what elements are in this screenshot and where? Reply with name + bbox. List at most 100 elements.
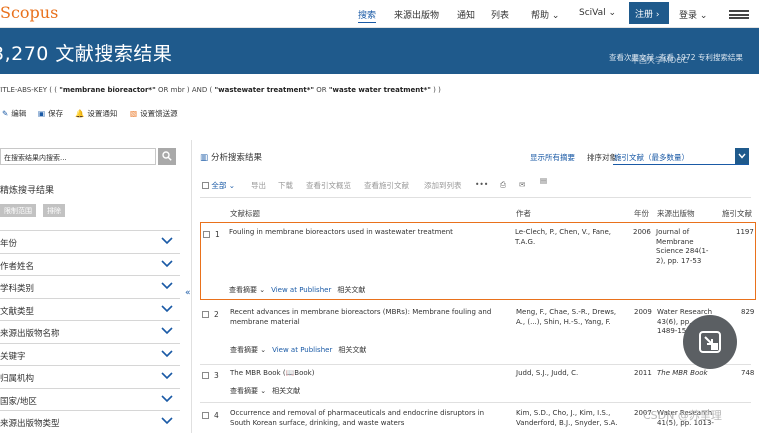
nav-sources[interactable]: 来源出版物: [394, 8, 439, 21]
doc-cited-by[interactable]: 1197: [736, 228, 754, 238]
pencil-icon: ✎: [2, 109, 9, 118]
doc-source[interactable]: Journal of Membrane Science 284(1-2), pp…: [656, 228, 712, 266]
add-to-list-button[interactable]: 添加到列表: [424, 180, 462, 191]
facet-doc-type[interactable]: 文献类型: [0, 298, 180, 320]
register-button[interactable]: 注册 ›: [629, 2, 669, 24]
doc-title-link[interactable]: The MBR Book (📖Book): [230, 369, 510, 379]
feed-label: 设置馈送源: [140, 109, 178, 118]
view-cited-by-button[interactable]: 查看施引文献: [364, 180, 409, 191]
facet-subject[interactable]: 学科类别: [0, 275, 180, 297]
col-header-source[interactable]: 来源出版物: [657, 208, 695, 219]
scopus-logo[interactable]: Scopus: [0, 3, 58, 22]
doc-title-link[interactable]: Recent advances in membrane bioreactors …: [230, 308, 515, 327]
limit-to-button[interactable]: 限制范围: [0, 204, 36, 217]
facet-author[interactable]: 作者姓名: [0, 253, 180, 275]
menu-icon[interactable]: [729, 10, 749, 19]
nav-scival[interactable]: SciVal ⌄: [579, 8, 616, 18]
facet-label: 学科类别: [0, 284, 35, 294]
view-abstract-label: 查看摘要: [229, 286, 257, 294]
search-within-button[interactable]: [158, 148, 176, 165]
set-feed-button[interactable]: ▧ 设置馈送源: [130, 108, 178, 119]
doc-cited-by[interactable]: 748: [741, 369, 754, 379]
export-button[interactable]: 导出: [251, 180, 266, 191]
edit-button[interactable]: ✎ 编辑: [2, 108, 26, 119]
search-query: TITLE-ABS-KEY ( ( "membrane bioreactor*"…: [0, 86, 441, 94]
facet-affiliation[interactable]: 归属机构: [0, 365, 180, 387]
more-button[interactable]: •••: [475, 180, 488, 189]
col-header-year[interactable]: 年份: [634, 208, 649, 219]
analyze-results-link[interactable]: ▥ 分析搜索结果: [200, 151, 262, 163]
patent-results-link[interactable]: 查看 1972 专利搜索结果: [659, 52, 743, 63]
secondary-docs-link[interactable]: 查看次要文献: [609, 52, 654, 63]
doc-title-link[interactable]: Occurrence and removal of pharmaceutical…: [230, 409, 492, 428]
doc-year: 2006: [633, 228, 651, 236]
facet-country[interactable]: 国家/地区: [0, 388, 180, 410]
rss-icon: ▧: [130, 109, 138, 118]
row-checkbox[interactable]: [202, 412, 209, 419]
sort-dropdown-button[interactable]: [735, 148, 749, 164]
row-links: 查看摘要 ⌄ View at Publisher 相关文献: [230, 345, 366, 355]
exclude-button[interactable]: 排除: [43, 204, 65, 217]
chevron-down-icon: [161, 260, 173, 268]
col-header-authors[interactable]: 作者: [516, 208, 531, 219]
nav-search[interactable]: 搜索: [358, 8, 377, 23]
select-all-checkbox[interactable]: 全部 ⌄: [202, 180, 235, 191]
print-icon[interactable]: ⎙: [500, 180, 506, 190]
view-abstract-label: 查看摘要: [230, 346, 258, 354]
facet-year[interactable]: 年份: [0, 230, 180, 252]
chevron-down-icon: [161, 237, 173, 245]
login-button[interactable]: 登录 ⌄: [679, 8, 707, 21]
facet-source-title[interactable]: 来源出版物名称: [0, 320, 180, 342]
view-abstract-label: 查看摘要: [230, 387, 258, 395]
save-button[interactable]: ▣ 保存: [38, 108, 63, 119]
facet-keyword[interactable]: 关键字: [0, 343, 180, 365]
query-operator: OR: [314, 86, 329, 94]
doc-authors[interactable]: Meng, F., Chae, S.-R., Drews, A., (...),…: [516, 308, 618, 327]
sort-select[interactable]: 施引文献（最多数量）: [613, 148, 749, 165]
set-alert-button[interactable]: 🔔 设置通知: [75, 108, 117, 119]
view-at-publisher-link[interactable]: View at Publisher: [271, 286, 331, 294]
nav-lists[interactable]: 列表: [491, 8, 509, 21]
bibliography-icon[interactable]: ▤: [540, 176, 547, 185]
view-at-publisher-link[interactable]: View at Publisher: [272, 346, 332, 354]
view-abstract-link[interactable]: 查看摘要 ⌄: [229, 286, 265, 294]
related-docs-link[interactable]: 相关文献: [337, 286, 365, 294]
save-label: 保存: [48, 109, 64, 118]
doc-title-link[interactable]: Fouling in membrane bioreactors used in …: [229, 228, 509, 238]
save-icon: ▣: [38, 109, 46, 118]
nav-help-label: 帮助: [531, 11, 550, 21]
bell-icon: 🔔: [75, 109, 85, 118]
row-checkbox[interactable]: [202, 311, 209, 318]
citation-overview-button[interactable]: 查看引文概览: [306, 180, 351, 191]
row-checkbox[interactable]: [203, 231, 210, 238]
chevron-down-icon: ⌄: [608, 8, 617, 18]
show-all-abstracts-link[interactable]: 显示所有摘要: [530, 152, 575, 163]
doc-source[interactable]: The MBR Book: [657, 369, 717, 379]
view-abstract-link[interactable]: 查看摘要 ⌄: [230, 346, 266, 354]
nav-help[interactable]: 帮助 ⌄: [531, 8, 559, 21]
table-row: 1 Fouling in membrane bioreactors used i…: [200, 222, 756, 300]
col-header-cited-by[interactable]: 施引文献: [722, 208, 752, 219]
edit-label: 编辑: [11, 109, 27, 118]
doc-authors[interactable]: Le-Clech, P., Chen, V., Fane, T.A.G.: [515, 228, 617, 247]
doc-authors[interactable]: Judd, S.J., Judd, C.: [516, 369, 618, 379]
refine-title: 精炼搜寻结果: [0, 186, 55, 196]
view-abstract-link[interactable]: 查看摘要 ⌄: [230, 387, 266, 395]
search-within-input[interactable]: 在搜索结果内搜索...: [0, 148, 156, 165]
chevron-down-icon: [161, 305, 173, 313]
related-docs-link[interactable]: 相关文献: [338, 346, 366, 354]
row-number: 2: [214, 310, 219, 319]
email-icon[interactable]: ✉: [519, 180, 525, 189]
nav-alerts[interactable]: 通知: [457, 8, 475, 21]
collapse-sidebar-icon[interactable]: «: [185, 288, 191, 298]
select-all-label: 全部: [211, 181, 227, 190]
related-docs-link[interactable]: 相关文献: [272, 387, 300, 395]
doc-cited-by[interactable]: 829: [741, 308, 754, 318]
row-checkbox[interactable]: [202, 372, 209, 379]
checkbox[interactable]: [202, 182, 209, 189]
col-header-title[interactable]: 文献标题: [230, 208, 260, 219]
download-button[interactable]: 下载: [278, 180, 293, 191]
picture-in-picture-button[interactable]: [683, 315, 737, 369]
facet-source-type[interactable]: 来源出版物类型: [0, 410, 180, 432]
doc-authors[interactable]: Kim, S.D., Cho, J., Kim, I.S., Vanderfor…: [516, 409, 618, 428]
